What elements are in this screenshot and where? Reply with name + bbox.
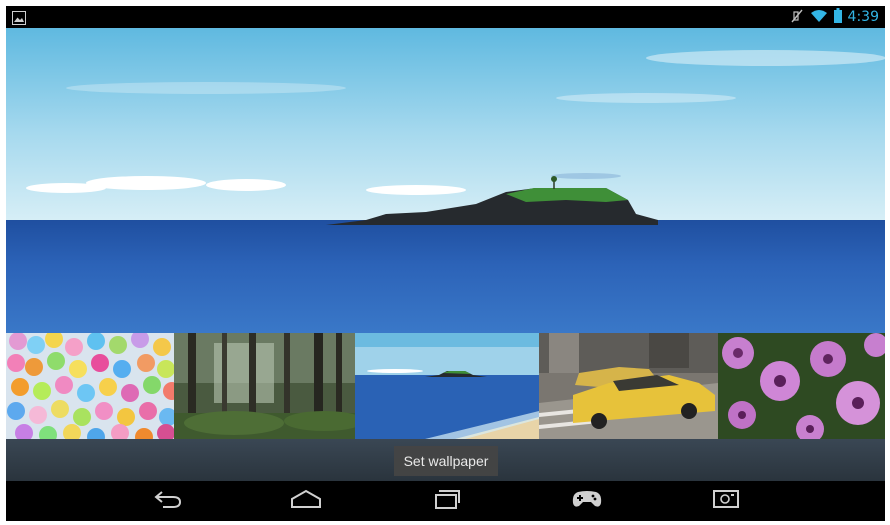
thumbnail-forest[interactable] <box>174 333 355 439</box>
thumbnail-island-sea[interactable] <box>355 333 539 439</box>
back-button[interactable] <box>150 487 186 515</box>
games-icon <box>572 489 602 513</box>
back-icon <box>153 489 183 513</box>
clock-time: 4:39 <box>847 9 879 25</box>
games-button[interactable] <box>569 487 605 515</box>
battery-icon <box>833 7 842 27</box>
recent-apps-button[interactable] <box>430 487 466 515</box>
navigation-bar <box>6 481 885 521</box>
thumbnail-purple-flowers[interactable] <box>718 333 885 439</box>
wallpaper-thumbnail-strip <box>6 333 885 439</box>
thumbnail-taxi[interactable] <box>539 333 718 439</box>
wifi-icon <box>810 8 828 27</box>
status-icons: 4:39 <box>790 7 879 27</box>
wallpaper-preview <box>6 28 885 333</box>
home-icon <box>290 489 322 513</box>
mute-icon <box>790 8 804 27</box>
screenshot-button[interactable] <box>708 487 744 515</box>
thumbnail-balloons[interactable] <box>6 333 174 439</box>
status-bar: 4:39 <box>6 6 885 28</box>
recent-apps-icon <box>433 488 463 514</box>
set-wallpaper-button[interactable]: Set wallpaper <box>394 446 498 476</box>
gallery-icon <box>12 10 26 25</box>
action-bar: Set wallpaper <box>6 439 885 481</box>
home-button[interactable] <box>288 487 324 515</box>
tablet-screen: 4:39 Set wallpaper <box>6 6 885 521</box>
screenshot-icon <box>712 489 740 513</box>
